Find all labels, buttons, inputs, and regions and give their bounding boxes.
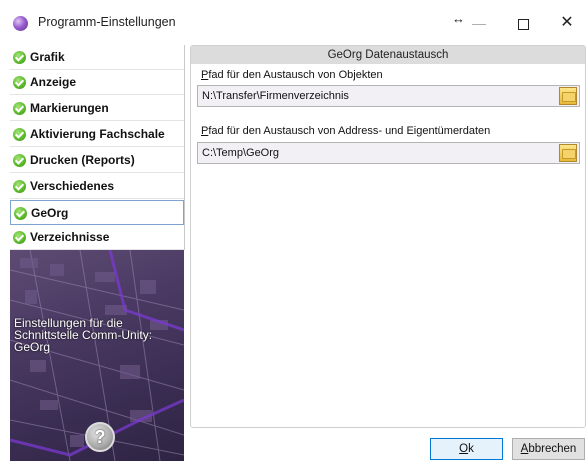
nav-item-drucken[interactable]: Drucken (Reports): [10, 148, 184, 173]
group-title: GeOrg Datenaustausch: [191, 46, 585, 64]
help-button[interactable]: ?: [85, 422, 115, 452]
objects-path-label: Pfad für den Austausch von Objekten: [201, 69, 383, 81]
nav-item-grafik[interactable]: Grafik: [10, 45, 184, 70]
objects-path-value: N:\Transfer\Firmenverzeichnis: [202, 90, 349, 102]
nav-item-label: GeOrg: [31, 206, 69, 220]
nav-item-label: Verzeichnisse: [30, 230, 110, 244]
nav-item-label: Drucken (Reports): [30, 153, 135, 167]
address-path-value: C:\Temp\GeOrg: [202, 147, 280, 159]
ok-button[interactable]: Ok: [430, 438, 503, 460]
nav-item-label: Grafik: [30, 50, 65, 64]
objects-browse-button[interactable]: [559, 87, 577, 105]
side-illustration: Einstellungen für die Schnittstelle Comm…: [10, 250, 184, 461]
green-check-icon: [13, 180, 26, 193]
green-check-icon: [13, 76, 26, 89]
side-description: Einstellungen für die Schnittstelle Comm…: [14, 316, 153, 354]
green-check-icon: [13, 231, 26, 244]
green-check-icon: [13, 51, 26, 64]
green-check-icon: [13, 154, 26, 167]
settings-nav: Grafik Anzeige Markierungen Aktivierung …: [10, 45, 185, 250]
ok-label: k: [468, 443, 474, 455]
nav-item-verschiedenes[interactable]: Verschiedenes: [10, 174, 184, 199]
ok-mnemonic: O: [459, 443, 469, 455]
minimize-button[interactable]: —: [456, 8, 502, 38]
app-icon: [13, 16, 28, 31]
nav-item-label: Markierungen: [30, 101, 109, 115]
green-check-icon: [13, 128, 26, 141]
title-bar: Programm-Einstellungen ↔ — ✕: [0, 0, 588, 45]
folder-icon: [562, 149, 576, 159]
nav-item-markierungen[interactable]: Markierungen: [10, 96, 184, 121]
nav-item-verzeichnisse[interactable]: Verzeichnisse: [10, 225, 184, 250]
cancel-label: bbrechen: [528, 443, 577, 455]
maximize-button[interactable]: [500, 8, 546, 38]
nav-item-label: Aktivierung Fachschale: [30, 127, 165, 141]
nav-item-label: Anzeige: [30, 75, 77, 89]
cancel-button[interactable]: Abbrechen: [512, 438, 585, 460]
nav-item-label: Verschiedenes: [30, 179, 115, 193]
address-path-label-text: fad für den Austausch von Address- und E…: [208, 125, 491, 137]
close-button[interactable]: ✕: [544, 8, 588, 38]
nav-item-georg[interactable]: GeOrg: [10, 200, 184, 225]
address-browse-button[interactable]: [559, 144, 577, 162]
objects-path-field[interactable]: N:\Transfer\Firmenverzeichnis: [197, 85, 580, 107]
objects-path-label-text: fad für den Austausch von Objekten: [208, 69, 383, 81]
address-path-field[interactable]: C:\Temp\GeOrg: [197, 142, 580, 164]
nav-item-aktivierung-fachschale[interactable]: Aktivierung Fachschale: [10, 122, 184, 147]
maximize-icon: [517, 18, 529, 30]
address-path-label: Pfad für den Austausch von Address- und …: [201, 125, 490, 137]
nav-item-anzeige[interactable]: Anzeige: [10, 70, 184, 95]
green-check-icon: [14, 207, 27, 220]
folder-icon: [562, 92, 576, 102]
window-title: Programm-Einstellungen: [38, 15, 176, 29]
georg-settings-group: GeOrg Datenaustausch Pfad für den Austau…: [190, 45, 586, 428]
green-check-icon: [13, 102, 26, 115]
